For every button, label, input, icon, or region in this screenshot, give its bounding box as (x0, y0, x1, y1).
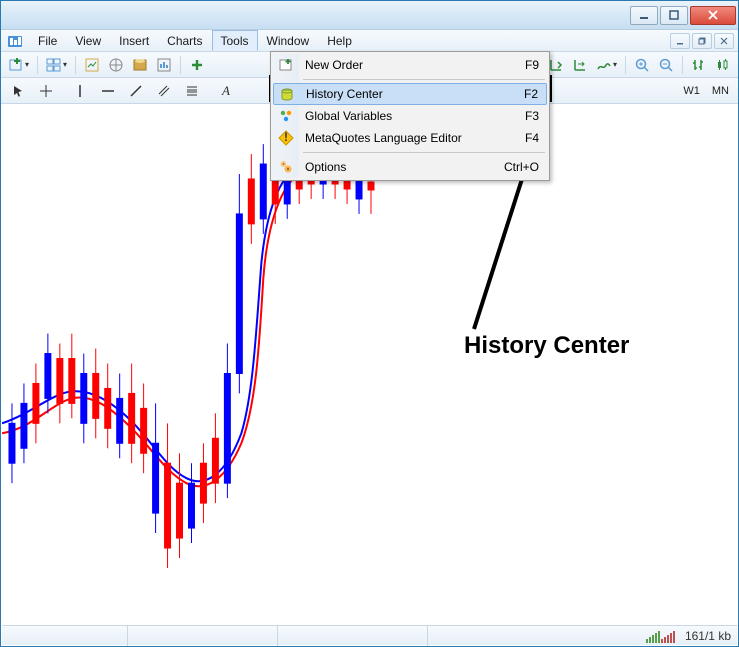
bar-chart-button[interactable] (688, 54, 710, 76)
bar-chart-icon (691, 57, 707, 73)
global-vars-icon (278, 108, 294, 124)
menu-item-shortcut: F4 (525, 131, 539, 145)
app-logo-icon (5, 30, 25, 51)
menu-tools[interactable]: Tools (212, 30, 258, 51)
zoom-in-button[interactable] (631, 54, 653, 76)
trendline-icon (128, 83, 144, 99)
crosshair-button[interactable] (35, 80, 57, 102)
candlestick-chart (2, 104, 737, 625)
statusbar-left (8, 626, 428, 646)
terminal-button[interactable] (129, 54, 151, 76)
window-close-button[interactable] (690, 6, 736, 25)
crosshair-icon (38, 83, 54, 99)
indicators-icon (596, 57, 612, 73)
window-minimize-button[interactable] (630, 6, 658, 25)
statusbar: 161/1 kb (2, 625, 737, 645)
market-watch-button[interactable] (81, 54, 103, 76)
navigator-icon (108, 57, 124, 73)
tester-icon (156, 57, 172, 73)
vertical-line-button[interactable] (69, 80, 91, 102)
auto-scroll-button[interactable] (569, 54, 591, 76)
mql-editor-icon: ! (278, 130, 294, 146)
menu-item-label: History Center (306, 87, 383, 101)
menu-separator (303, 79, 545, 80)
shift-chart-icon (548, 57, 564, 73)
mdi-restore-button[interactable] (692, 33, 712, 49)
zoom-out-icon (658, 57, 674, 73)
candle-chart-icon (715, 57, 731, 73)
indicators-button[interactable]: ▾ (593, 54, 620, 76)
menu-item-options[interactable]: Options Ctrl+O (273, 156, 547, 178)
channel-icon (156, 83, 172, 99)
zoom-out-button[interactable] (655, 54, 677, 76)
fibonacci-button[interactable] (181, 80, 203, 102)
menu-item-label: Options (305, 160, 346, 174)
menu-insert[interactable]: Insert (110, 30, 158, 51)
menu-separator (303, 152, 545, 153)
menu-item-label: Global Variables (305, 109, 392, 123)
trendline-button[interactable] (125, 80, 147, 102)
annotation-label: History Center (464, 332, 629, 360)
menu-item-shortcut: F3 (525, 109, 539, 123)
text-icon: A (218, 83, 234, 99)
menu-item-shortcut: F2 (524, 87, 538, 101)
profiles-icon (46, 57, 62, 73)
market-watch-icon (84, 57, 100, 73)
menu-file[interactable]: File (29, 30, 66, 51)
horizontal-line-button[interactable] (97, 80, 119, 102)
menu-item-mql-editor[interactable]: ! MetaQuotes Language Editor F4 (273, 127, 547, 149)
auto-scroll-icon (572, 57, 588, 73)
navigator-button[interactable] (105, 54, 127, 76)
text-button[interactable]: A (215, 80, 237, 102)
menu-window[interactable]: Window (258, 30, 319, 51)
vertical-line-icon (72, 83, 88, 99)
cursor-icon (10, 83, 26, 99)
menu-help[interactable]: Help (318, 30, 361, 51)
chart-area[interactable]: History Center (2, 104, 737, 625)
timeframe-w1[interactable]: W1 (680, 81, 703, 101)
fibonacci-icon (184, 83, 200, 99)
options-icon (278, 159, 294, 175)
channel-button[interactable] (153, 80, 175, 102)
history-center-icon (279, 87, 295, 103)
menu-item-new-order[interactable]: New Order F9 (273, 54, 547, 76)
menubar: File View Insert Charts Tools Window Hel… (1, 30, 738, 52)
menu-item-shortcut: F9 (525, 58, 539, 72)
svg-text:!: ! (284, 130, 288, 144)
new-order-button[interactable] (186, 54, 208, 76)
mdi-controls (670, 30, 738, 51)
menu-charts[interactable]: Charts (158, 30, 211, 51)
menu-item-shortcut: Ctrl+O (504, 160, 539, 174)
menu-item-label: New Order (305, 58, 363, 72)
cursor-button[interactable] (7, 80, 29, 102)
menu-item-history-center[interactable]: History Center F2 (273, 83, 547, 105)
window-maximize-button[interactable] (660, 6, 688, 25)
mdi-minimize-button[interactable] (670, 33, 690, 49)
terminal-icon (132, 57, 148, 73)
menu-item-label: MetaQuotes Language Editor (305, 131, 462, 145)
window-frame: File View Insert Charts Tools Window Hel… (0, 0, 739, 647)
plus-icon (189, 57, 205, 73)
profiles-button[interactable]: ▾ (43, 54, 70, 76)
window-titlebar (1, 1, 738, 30)
menu-item-global-variables[interactable]: Global Variables F3 (273, 105, 547, 127)
horizontal-line-icon (100, 83, 116, 99)
statusbar-right: 161/1 kb (646, 629, 731, 643)
new-chart-icon (8, 57, 24, 73)
new-order-icon (278, 57, 294, 73)
zoom-in-icon (634, 57, 650, 73)
mdi-close-button[interactable] (714, 33, 734, 49)
candle-chart-button[interactable] (712, 54, 734, 76)
timeframe-mn[interactable]: MN (709, 81, 732, 101)
tools-dropdown-menu: New Order F9 History Center F2 Global Va… (270, 51, 550, 181)
menu-view[interactable]: View (66, 30, 110, 51)
connection-spark-icon (646, 629, 675, 643)
statusbar-traffic: 161/1 kb (685, 629, 731, 643)
tester-button[interactable] (153, 54, 175, 76)
new-chart-button[interactable]: ▾ (5, 54, 32, 76)
